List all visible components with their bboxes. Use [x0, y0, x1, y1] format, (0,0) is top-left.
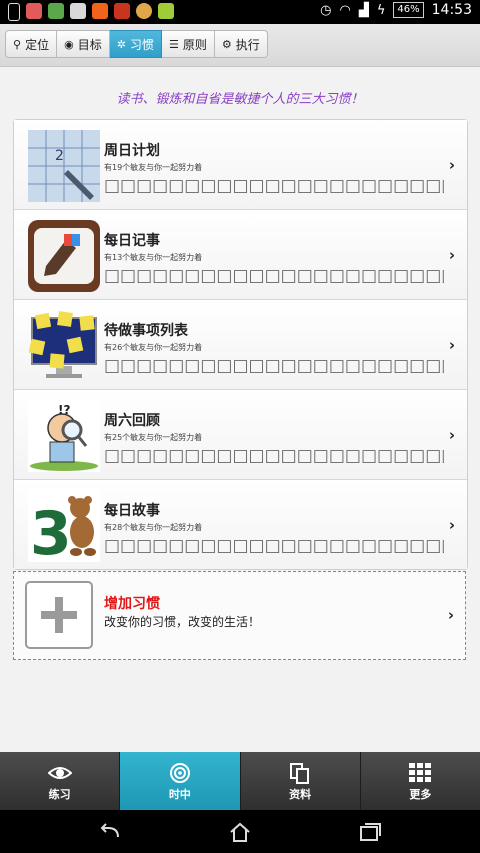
calendar-icon: 2 — [28, 130, 100, 202]
back-icon[interactable] — [98, 821, 122, 843]
chevron-right-icon: › — [448, 156, 455, 174]
habit-item-saturday-review[interactable]: !? 周六回顾 有25个敏友与你一起努力着 □□□□□□□□□□□□□□□□□□… — [14, 390, 467, 480]
bottom-tab-label: 时中 — [168, 788, 191, 801]
tab-habit[interactable]: ✲ 习惯 — [109, 30, 162, 58]
chevron-right-icon: › — [448, 246, 455, 264]
habit-item-daily-notes[interactable]: 每日记事 有13个敏友与你一起努力着 □□□□□□□□□□□□□□□□□□□□□… — [14, 210, 467, 300]
grid-icon — [409, 763, 432, 782]
habit-description: □□□□□□□□□□□□□□□□□□□□□□□□□□ — [104, 176, 444, 196]
habit-item-daily-story[interactable]: 3 每日故事 有28个敏友与你一起努力着 □□□□□□□□□□□□□□□□□□□… — [14, 480, 467, 569]
habit-title: 每日故事 — [104, 503, 160, 519]
bottom-navigation: 练习 时中 资料 更多 — [0, 752, 480, 810]
svg-text:!?: !? — [58, 403, 70, 417]
target-icon: ◉ — [64, 37, 74, 51]
gears-icon: ⚙ — [221, 37, 232, 51]
habit-title: 周六回顾 — [104, 413, 160, 429]
android-icon — [158, 3, 174, 19]
notebook-icon — [28, 220, 100, 292]
bottom-tab-label: 更多 — [409, 788, 432, 801]
chevron-right-icon: › — [448, 336, 455, 354]
signal-icon: ▟ — [358, 2, 369, 18]
bottom-tab-label: 练习 — [48, 788, 71, 801]
habit-list: 2 周日计划 有19个敏友与你一起努力着 □□□□□□□□□□□□□□□□□□□… — [13, 119, 468, 570]
radar-icon — [169, 763, 190, 783]
tab-goal[interactable]: ◉ 目标 — [57, 30, 110, 58]
habit-item-sunday-plan[interactable]: 2 周日计划 有19个敏友与你一起努力着 □□□□□□□□□□□□□□□□□□□… — [14, 120, 467, 210]
tab-label: 原则 — [182, 37, 207, 52]
tab-execute[interactable]: ⚙ 执行 — [214, 30, 268, 58]
habit-title: 每日记事 — [104, 233, 160, 249]
clock: 14:53 — [431, 2, 472, 18]
recent-apps-icon[interactable] — [358, 821, 382, 843]
habit-subtitle: 有13个敏友与你一起努力着 — [104, 253, 203, 262]
bottom-tab-more[interactable]: 更多 — [361, 752, 480, 810]
list-icon: ☰ — [168, 37, 179, 51]
add-habit-title: 增加习惯 — [104, 596, 160, 612]
tab-label: 执行 — [235, 37, 260, 52]
game-notification-icon — [114, 3, 130, 19]
habit-subtitle: 有26个敏友与你一起努力着 — [104, 343, 203, 352]
eye-icon — [47, 767, 72, 779]
habit-description: □□□□□□□□□□□□□□□□□□□□□□□□□□ — [104, 356, 444, 376]
svg-text:3: 3 — [30, 499, 72, 562]
habit-subtitle: 有28个敏友与你一起努力着 — [104, 523, 203, 532]
home-icon[interactable] — [228, 821, 252, 843]
habit-subtitle: 有25个敏友与你一起努力着 — [104, 433, 203, 442]
chevron-right-icon: › — [448, 426, 455, 444]
tab-label: 习惯 — [129, 37, 154, 52]
tab-label: 定位 — [25, 37, 50, 52]
tab-label: 目标 — [77, 37, 102, 52]
documents-icon — [290, 763, 310, 784]
charging-icon: ϟ — [376, 2, 386, 18]
weather-icon — [136, 3, 152, 19]
shop-notification-icon — [92, 3, 108, 19]
add-habit-subtitle: 改变你的习惯，改变的生活！ — [104, 615, 261, 629]
alarm-icon: ◷ — [320, 2, 332, 18]
habit-item-todo-list[interactable]: 待做事项列表 有26个敏友与你一起努力着 □□□□□□□□□□□□□□□□□□□… — [14, 300, 467, 390]
plus-icon — [25, 581, 93, 649]
wifi-icon: ◠ — [339, 2, 351, 18]
habit-title: 待做事项列表 — [104, 323, 188, 339]
chevron-right-icon: › — [448, 516, 455, 534]
add-habit-button[interactable]: 增加习惯 改变你的习惯，改变的生活！ › — [13, 571, 466, 660]
bottom-tab-timing[interactable]: 时中 — [120, 752, 241, 810]
top-navigation: ⚲ 定位 ◉ 目标 ✲ 习惯 ☰ 原则 ⚙ 执行 — [0, 24, 480, 67]
status-bar: ◷ ◠ ▟ ϟ 46% 14:53 — [0, 0, 480, 24]
habit-description: □□□□□□□□□□□□□□□□□□□□□□□□□□ — [104, 536, 444, 556]
motto-text: 读书、锻炼和自省是敏捷个人的三大习惯！ — [116, 92, 364, 107]
bottom-tab-label: 资料 — [289, 788, 312, 801]
habit-subtitle: 有19个敏友与你一起努力着 — [104, 163, 203, 172]
mail-icon — [70, 3, 86, 19]
tab-locate[interactable]: ⚲ 定位 — [5, 30, 58, 58]
gear-icon: ✲ — [116, 37, 126, 51]
system-navigation-bar — [0, 810, 480, 853]
battery-level: 46% — [393, 2, 424, 18]
tab-principle[interactable]: ☰ 原则 — [161, 30, 215, 58]
usb-icon — [8, 3, 20, 21]
svg-text:2: 2 — [55, 148, 64, 164]
habit-description: □□□□□□□□□□□□□□□□□□□□□□□□□□ — [104, 446, 444, 466]
chevron-right-icon: › — [447, 606, 454, 624]
magnifier-person-icon: !? — [28, 400, 100, 472]
bottom-tab-materials[interactable]: 资料 — [241, 752, 361, 810]
app-notification-icon — [26, 3, 42, 19]
chat-notification-icon — [48, 3, 64, 19]
bottom-tab-practice[interactable]: 练习 — [0, 752, 121, 810]
habit-description: □□□□□□□□□□□□□□□□□□□□□□□□□□ — [104, 266, 444, 286]
sticky-notes-icon — [28, 310, 100, 382]
map-pin-icon: ⚲ — [13, 37, 22, 51]
bear-number-three-icon: 3 — [28, 490, 100, 562]
habit-title: 周日计划 — [104, 143, 160, 159]
